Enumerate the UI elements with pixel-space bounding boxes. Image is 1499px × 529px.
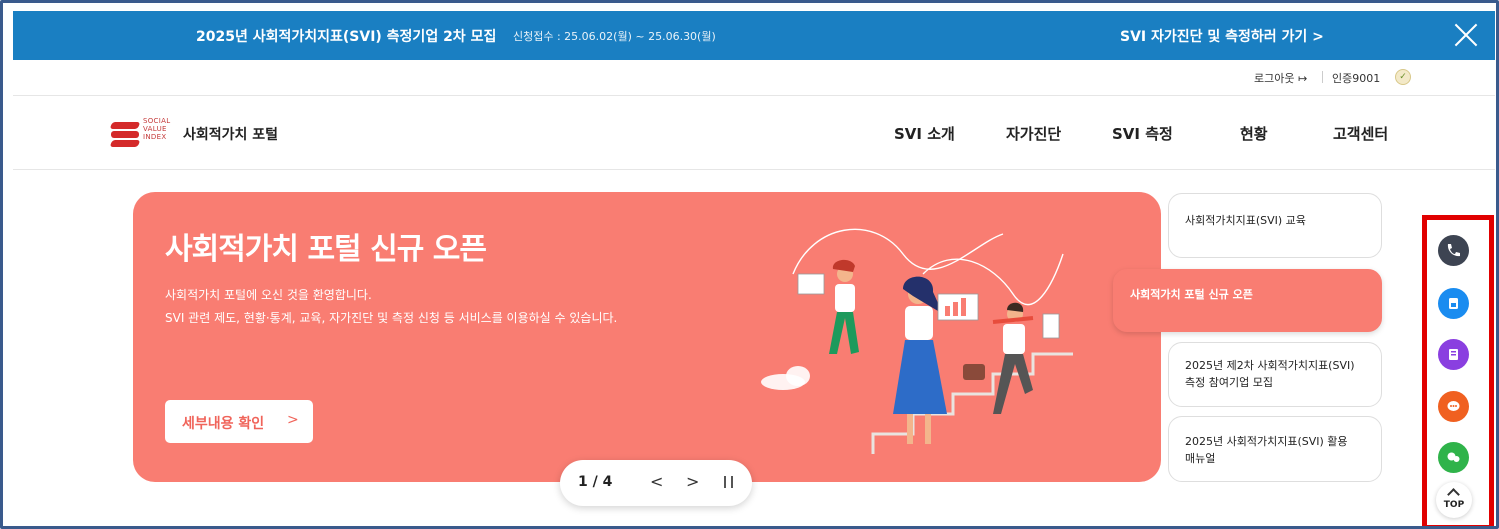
detail-button[interactable]: 세부내용 확인 >: [165, 400, 313, 443]
nav-svi-intro[interactable]: SVI 소개: [894, 123, 955, 144]
site-header: SOCIAL VALUE INDEX 사회적가치 포털 SVI 소개 자가진단 …: [13, 96, 1495, 170]
slide-tab-portal-open[interactable]: 사회적가치 포털 신규 오픈: [1113, 269, 1382, 332]
slide-counter: 1 / 4: [578, 474, 613, 490]
chat-icon[interactable]: [1438, 391, 1469, 422]
slide-tab-education[interactable]: 사회적가치지표(SVI) 교육: [1168, 193, 1382, 258]
quick-menu: TOP: [1422, 215, 1494, 526]
hero-desc-1: 사회적가치 포털에 오신 것을 환영합니다.: [165, 288, 372, 302]
hero-desc-2: SVI 관련 제도, 현황·통계, 교육, 자가진단 및 측정 신청 등 서비스…: [165, 311, 618, 325]
nav-status[interactable]: 현황: [1240, 123, 1268, 144]
close-banner-icon[interactable]: [1453, 22, 1479, 48]
hero-illustration: [761, 228, 1073, 454]
logo-mark-icon: [109, 120, 141, 148]
slide-tab-manual[interactable]: 2025년 사회적가치지표(SVI) 활용 매뉴얼: [1168, 416, 1382, 482]
slide-pager: 1 / 4 < >: [560, 460, 752, 506]
pause-icon[interactable]: [724, 476, 733, 488]
utility-bar: 로그아웃 ↦ 인증9001 ✓: [13, 60, 1495, 96]
chevron-up-icon: [1447, 488, 1460, 501]
next-slide-icon[interactable]: >: [686, 472, 699, 491]
divider: [1322, 71, 1323, 83]
scroll-top-button[interactable]: TOP: [1436, 482, 1472, 518]
top-label: TOP: [1443, 500, 1465, 510]
chevron-right-icon: >: [287, 412, 299, 428]
nav-self-diagnosis[interactable]: 자가진단: [1006, 123, 1061, 144]
hero-slide: 사회적가치 포털 신규 오픈 사회적가치 포털에 오신 것을 환영합니다. SV…: [133, 192, 1161, 482]
logout-icon: ↦: [1297, 72, 1308, 85]
self-diagnosis-link[interactable]: SVI 자가진단 및 측정하러 가기 >: [1120, 26, 1324, 46]
logo-text: SOCIAL VALUE INDEX: [143, 117, 171, 141]
talk-icon[interactable]: [1438, 442, 1469, 473]
site-logo[interactable]: SOCIAL VALUE INDEX: [109, 117, 175, 151]
document-icon[interactable]: [1438, 288, 1469, 319]
user-badge-icon[interactable]: ✓: [1395, 69, 1411, 85]
notice-banner: 2025년 사회적가치지표(SVI) 측정기업 2차 모집 신청접수 : 25.…: [13, 11, 1495, 60]
user-id[interactable]: 인증9001: [1332, 70, 1380, 86]
book-icon[interactable]: [1438, 339, 1469, 370]
notice-period: 신청접수 : 25.06.02(월) ~ 25.06.30(월): [513, 30, 716, 43]
prev-slide-icon[interactable]: <: [650, 472, 663, 491]
nav-svi-measure[interactable]: SVI 측정: [1112, 123, 1173, 144]
phone-icon[interactable]: [1438, 235, 1469, 266]
hero-title: 사회적가치 포털 신규 오픈: [165, 232, 487, 267]
logout-link[interactable]: 로그아웃 ↦: [1254, 70, 1307, 86]
nav-customer-center[interactable]: 고객센터: [1333, 123, 1388, 144]
browser-viewport: 2025년 사회적가치지표(SVI) 측정기업 2차 모집 신청접수 : 25.…: [0, 0, 1499, 529]
slide-tab-recruitment[interactable]: 2025년 제2차 사회적가치지표(SVI) 측정 참여기업 모집: [1168, 342, 1382, 407]
notice-title[interactable]: 2025년 사회적가치지표(SVI) 측정기업 2차 모집: [196, 26, 496, 46]
site-name[interactable]: 사회적가치 포털: [183, 124, 278, 144]
